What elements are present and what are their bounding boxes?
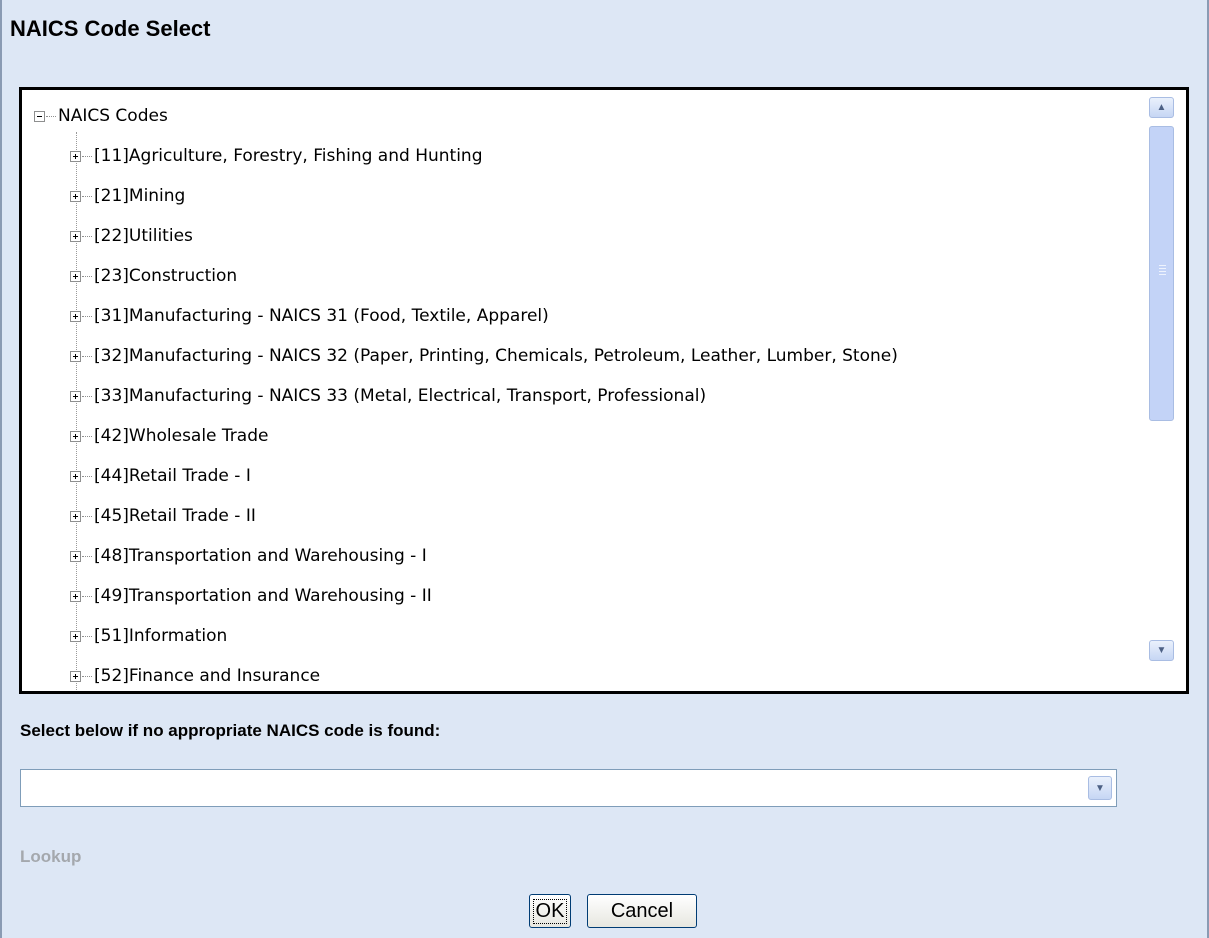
naics-tree-panel: NAICS Codes [11]Agriculture, Forestry, F…	[19, 87, 1189, 694]
chevron-down-icon: ▼	[1095, 782, 1105, 794]
tree-item: [32]Manufacturing - NAICS 32 (Paper, Pri…	[70, 344, 898, 368]
expand-icon[interactable]	[70, 670, 81, 682]
cancel-button-label: Cancel	[610, 899, 674, 922]
tree-connector	[82, 675, 92, 677]
expand-icon[interactable]	[70, 510, 81, 522]
tree-item-label[interactable]: [51]Information	[94, 626, 227, 646]
lookup-link[interactable]: Lookup	[20, 847, 81, 867]
arrow-down-icon: ▼	[1156, 645, 1167, 656]
expand-icon[interactable]	[70, 550, 81, 562]
tree-connector	[82, 355, 92, 357]
tree-item-label[interactable]: [32]Manufacturing - NAICS 32 (Paper, Pri…	[94, 346, 898, 366]
expand-icon[interactable]	[70, 470, 81, 482]
expand-icon[interactable]	[70, 190, 81, 202]
tree-item: [11]Agriculture, Forestry, Fishing and H…	[70, 144, 483, 168]
tree-item: [48]Transportation and Warehousing - I	[70, 544, 427, 568]
tree-item-label[interactable]: [45]Retail Trade - II	[94, 506, 256, 526]
fallback-select[interactable]: ▼	[20, 769, 1117, 807]
expand-icon[interactable]	[70, 270, 81, 282]
tree-item-label[interactable]: [23]Construction	[94, 266, 237, 286]
tree-item-label[interactable]: [44]Retail Trade - I	[94, 466, 251, 486]
tree-item-label[interactable]: [31]Manufacturing - NAICS 31 (Food, Text…	[94, 306, 549, 326]
ok-button[interactable]: OK	[529, 894, 571, 928]
expand-icon[interactable]	[70, 350, 81, 362]
expand-icon[interactable]	[70, 230, 81, 242]
tree-item: [44]Retail Trade - I	[70, 464, 251, 488]
scroll-up-button[interactable]: ▲	[1149, 97, 1174, 118]
tree-connector	[82, 155, 92, 157]
tree-item: [21]Mining	[70, 184, 185, 208]
scrollbar-thumb[interactable]	[1149, 126, 1174, 421]
dropdown-button[interactable]: ▼	[1088, 776, 1112, 800]
tree-item-label[interactable]: [49]Transportation and Warehousing - II	[94, 586, 432, 606]
tree-item-label[interactable]: [48]Transportation and Warehousing - I	[94, 546, 427, 566]
cancel-button[interactable]: Cancel	[587, 894, 697, 928]
tree-connector	[82, 435, 92, 437]
tree-connector	[82, 595, 92, 597]
tree-item: [33]Manufacturing - NAICS 33 (Metal, Ele…	[70, 384, 706, 408]
expand-icon[interactable]	[70, 310, 81, 322]
fallback-label: Select below if no appropriate NAICS cod…	[20, 721, 441, 740]
tree-connector	[82, 315, 92, 317]
tree-connector	[82, 515, 92, 517]
tree-connector	[82, 475, 92, 477]
tree-item-label[interactable]: [22]Utilities	[94, 226, 193, 246]
naics-tree: NAICS Codes [11]Agriculture, Forestry, F…	[22, 90, 1138, 691]
tree-connector	[82, 235, 92, 237]
tree-connector	[82, 395, 92, 397]
tree-connector	[82, 555, 92, 557]
tree-root: NAICS Codes	[34, 104, 168, 128]
tree-item-label[interactable]: [42]Wholesale Trade	[94, 426, 268, 446]
expand-icon[interactable]	[70, 390, 81, 402]
tree-item-label[interactable]: [33]Manufacturing - NAICS 33 (Metal, Ele…	[94, 386, 706, 406]
ok-button-label: OK	[532, 898, 568, 924]
tree-root-label[interactable]: NAICS Codes	[58, 106, 168, 126]
tree-connector	[82, 635, 92, 637]
tree-connector	[82, 275, 92, 277]
tree-item: [52]Finance and Insurance	[70, 664, 320, 688]
expand-icon[interactable]	[70, 590, 81, 602]
expand-icon[interactable]	[70, 630, 81, 642]
scroll-down-button[interactable]: ▼	[1149, 640, 1174, 661]
tree-item: [22]Utilities	[70, 224, 193, 248]
tree-item: [31]Manufacturing - NAICS 31 (Food, Text…	[70, 304, 549, 328]
tree-item-label[interactable]: [11]Agriculture, Forestry, Fishing and H…	[94, 146, 483, 166]
grip-icon	[1159, 265, 1166, 277]
tree-scrollbar[interactable]: ▲ ▼	[1138, 90, 1186, 691]
tree-item: [42]Wholesale Trade	[70, 424, 268, 448]
tree-item-label[interactable]: [21]Mining	[94, 186, 185, 206]
tree-item: [45]Retail Trade - II	[70, 504, 256, 528]
tree-connector	[82, 195, 92, 197]
tree-connector	[46, 115, 56, 117]
arrow-up-icon: ▲	[1156, 102, 1167, 113]
expand-icon[interactable]	[70, 430, 81, 442]
collapse-icon[interactable]	[34, 110, 45, 122]
tree-item: [49]Transportation and Warehousing - II	[70, 584, 432, 608]
tree-item: [51]Information	[70, 624, 227, 648]
tree-item-label[interactable]: [52]Finance and Insurance	[94, 666, 320, 686]
dialog-title: NAICS Code Select	[10, 16, 211, 41]
expand-icon[interactable]	[70, 150, 81, 162]
tree-item: [23]Construction	[70, 264, 237, 288]
